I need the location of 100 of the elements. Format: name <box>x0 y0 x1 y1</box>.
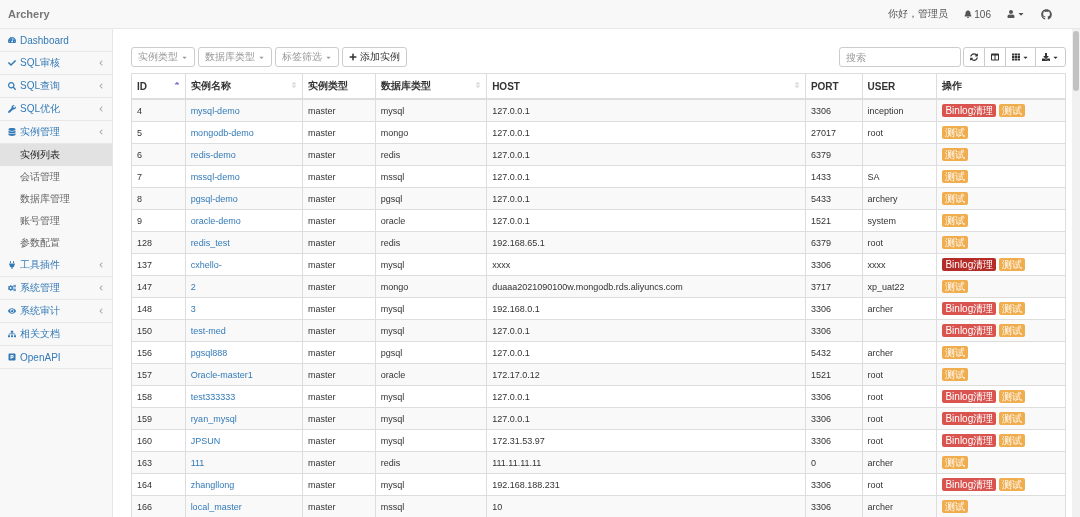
sidebar-item[interactable]: SQL查询 <box>0 75 112 98</box>
instance-link[interactable]: test-med <box>190 325 226 336</box>
sidebar-item[interactable]: 系统管理 <box>0 277 112 300</box>
table-cell: oracle <box>375 209 487 232</box>
github-icon[interactable] <box>1041 8 1052 20</box>
sidebar-item[interactable]: SQL审核 <box>0 52 112 75</box>
sidebar-subitem[interactable]: 参数配置 <box>0 232 112 254</box>
table-cell: 7 <box>131 165 186 188</box>
greeting-text: 你好，管理员 <box>888 7 949 21</box>
sidebar-item[interactable]: OpenAPI <box>0 346 112 369</box>
table-cell: 1521 <box>805 363 863 386</box>
toggle-view-button[interactable] <box>984 47 1006 67</box>
table-cell: 172.31.53.97 <box>486 429 806 452</box>
sidebar-item[interactable]: 系统审计 <box>0 300 112 323</box>
sidebar-item[interactable]: Dashboard <box>0 29 112 52</box>
sidebar-subitem[interactable]: 实例列表 <box>0 144 112 166</box>
refresh-button[interactable] <box>963 47 985 67</box>
chevron-icon <box>98 308 104 314</box>
instance-link[interactable]: redis_test <box>190 237 230 248</box>
search-field[interactable]: 搜索 <box>839 47 961 67</box>
download-icon <box>1042 53 1050 61</box>
scrollbar[interactable] <box>1072 29 1080 517</box>
sidebar-subitem[interactable]: 会话管理 <box>0 166 112 188</box>
columns-dropdown[interactable] <box>1005 47 1036 67</box>
instance-link[interactable]: ryan_mysql <box>190 413 237 424</box>
instance-link[interactable]: 3 <box>190 303 196 314</box>
filter-dropdown[interactable]: 数据库类型 <box>198 47 272 67</box>
table-cell: master <box>302 187 376 210</box>
binlog-clean-button[interactable]: Binlog清理 <box>942 390 997 403</box>
instance-link[interactable]: JPSUN <box>190 435 221 446</box>
binlog-clean-button[interactable]: Binlog清理 <box>942 324 997 337</box>
instance-link[interactable]: 111 <box>190 457 205 468</box>
notifications-link[interactable]: 106 <box>964 8 991 20</box>
binlog-clean-button[interactable]: Binlog清理 <box>942 478 997 491</box>
table-cell: 3306 <box>805 385 863 408</box>
table-cell: master <box>302 407 376 430</box>
wrench-icon <box>8 105 16 113</box>
sidebar-subitem[interactable]: 账号管理 <box>0 210 112 232</box>
user-menu-button[interactable] <box>1007 10 1025 18</box>
brand-title[interactable]: Archery <box>8 8 50 20</box>
sidebar-item[interactable]: 相关文档 <box>0 323 112 346</box>
columns-icon <box>991 53 999 61</box>
caret-icon <box>1017 10 1025 18</box>
binlog-clean-button[interactable]: Binlog清理 <box>942 104 997 117</box>
instance-link[interactable]: test333333 <box>190 391 236 402</box>
table-cell: master <box>302 363 376 386</box>
plug-icon <box>8 261 16 269</box>
filter-dropdown[interactable]: 实例类型 <box>131 47 195 67</box>
table-cell: 111.11.11.11 <box>486 451 806 474</box>
export-dropdown[interactable] <box>1035 47 1066 67</box>
table-cell: 6 <box>131 143 186 166</box>
table-cell: archery <box>867 193 898 204</box>
binlog-clean-button[interactable]: Binlog清理 <box>942 258 997 271</box>
sidebar-item[interactable]: SQL优化 <box>0 98 112 121</box>
table-cell: master <box>302 275 376 298</box>
instance-link[interactable]: pgsql-demo <box>190 193 238 204</box>
table-cell: master <box>302 341 376 364</box>
table-cell: redis <box>375 231 487 254</box>
table-cell: root <box>867 237 884 248</box>
letter-p-icon <box>8 353 16 361</box>
instance-link[interactable]: zhangllong <box>190 479 235 490</box>
table-cell: mysql <box>375 407 487 430</box>
table-cell: mysql <box>375 253 487 276</box>
table-cell: xp_uat22 <box>867 281 905 292</box>
binlog-clean-button[interactable]: Binlog清理 <box>942 302 997 315</box>
table-cell: 8 <box>131 187 186 210</box>
table-cell: 1433 <box>805 165 863 188</box>
table-cell: 1521 <box>805 209 863 232</box>
add-instance-button[interactable]: 添加实例 <box>342 47 407 67</box>
table-cell: mysql <box>375 297 487 320</box>
table-cell: SA <box>867 171 880 182</box>
instance-link[interactable]: pgsql888 <box>190 347 228 358</box>
table-cell: 127.0.0.1 <box>486 319 806 342</box>
table-cell: mssql <box>375 165 487 188</box>
table-cell: mysql <box>375 99 487 122</box>
table-cell: archer <box>867 347 894 358</box>
table-cell: inception <box>867 105 904 116</box>
table-cell: xxxx <box>867 259 886 270</box>
table-cell: 166 <box>131 495 186 517</box>
table-cell: 157 <box>131 363 186 386</box>
instance-link[interactable]: cxhello- <box>190 259 222 270</box>
table-cell: 128 <box>131 231 186 254</box>
table-cell: pgsql <box>375 341 487 364</box>
table-cell: root <box>867 369 884 380</box>
sidebar-subitem[interactable]: 数据库管理 <box>0 188 112 210</box>
filter-dropdown[interactable]: 标签筛选 <box>275 47 339 67</box>
table-cell: 3717 <box>805 275 863 298</box>
table-cell: master <box>302 121 376 144</box>
table-cell: 158 <box>131 385 186 408</box>
table-cell: 4 <box>131 99 186 122</box>
table-cell: 3306 <box>805 429 863 452</box>
instance-link[interactable]: redis-demo <box>190 149 236 160</box>
table-cell: 127.0.0.1 <box>486 121 806 144</box>
instance-link[interactable]: 2 <box>190 281 196 292</box>
sidebar-item[interactable]: 工具插件 <box>0 254 112 277</box>
search-icon <box>8 82 16 90</box>
table-cell: root <box>867 435 884 446</box>
binlog-clean-button[interactable]: Binlog清理 <box>942 412 997 425</box>
table-cell: 6379 <box>805 143 863 166</box>
binlog-clean-button[interactable]: Binlog清理 <box>942 434 997 447</box>
